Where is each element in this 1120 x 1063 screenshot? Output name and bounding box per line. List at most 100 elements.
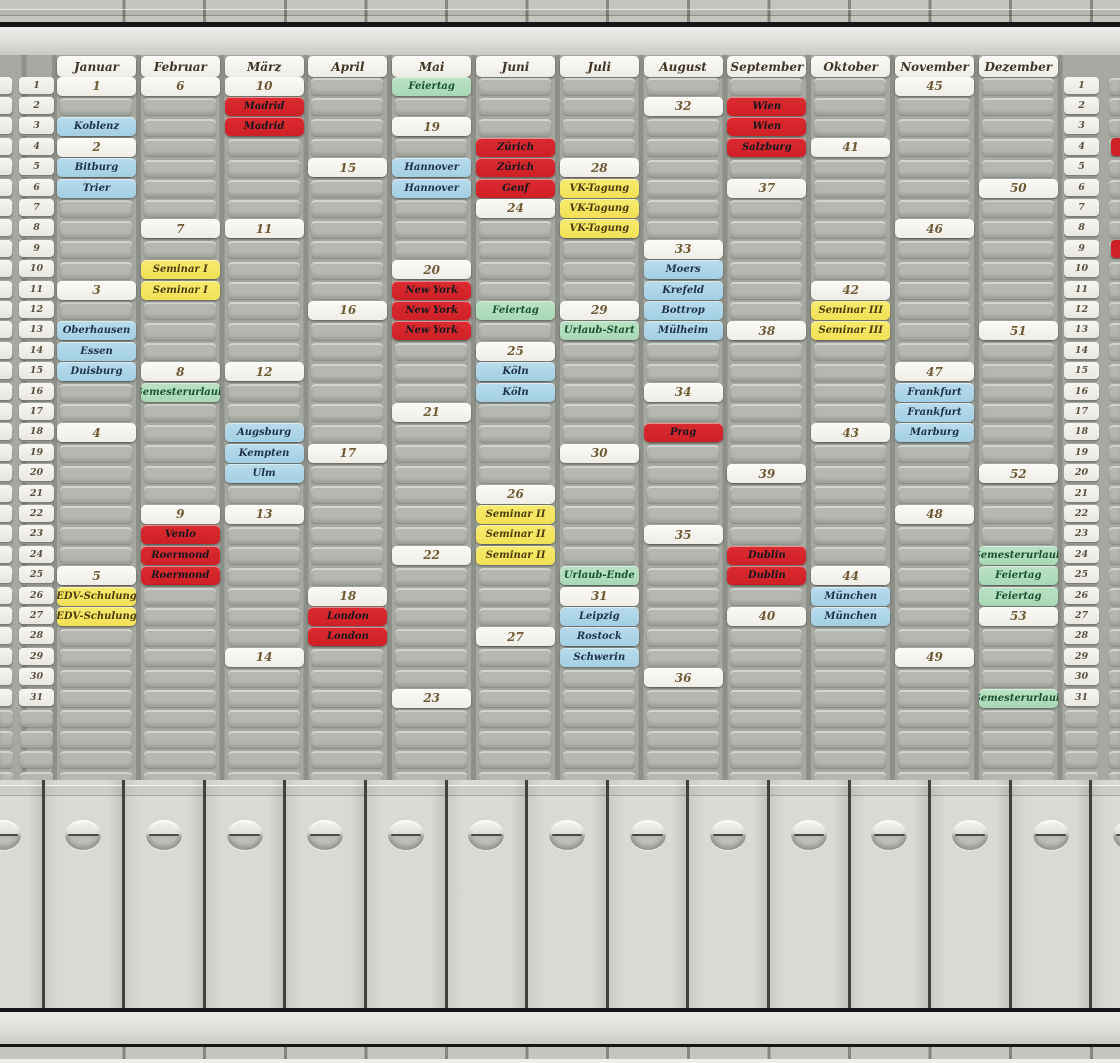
tcard-ulm[interactable]: Ulm <box>225 464 304 483</box>
tcard-week-20[interactable]: 20 <box>392 260 471 279</box>
tcard-week-26[interactable]: 26 <box>476 485 555 504</box>
tcard-semesterurlaub[interactable]: Semesterurlaub <box>979 546 1058 565</box>
tcard-seminar-i[interactable]: Seminar I <box>141 281 220 300</box>
tcard-zurich[interactable]: Zürich <box>476 158 555 177</box>
tcard-week-18[interactable]: 18 <box>308 587 387 606</box>
tcard-week-2[interactable]: 2 <box>57 138 136 157</box>
tcard-urlaub-start[interactable]: Urlaub-Start <box>560 321 639 340</box>
tcard-oberhausen[interactable]: Oberhausen <box>57 321 136 340</box>
tcard-week-14[interactable]: 14 <box>225 648 304 667</box>
tcard-wien[interactable]: Wien <box>727 117 806 136</box>
tcard-madrid[interactable]: Madrid <box>225 117 304 136</box>
tcard-week-21[interactable]: 21 <box>392 403 471 422</box>
tcard-frankfurt[interactable]: Frankfurt <box>895 403 974 422</box>
tcard-week-6[interactable]: 6 <box>141 77 220 96</box>
tcard-week-4[interactable]: 4 <box>57 423 136 442</box>
tcard-hannover[interactable]: Hannover <box>392 158 471 177</box>
tcard-week-36[interactable]: 36 <box>644 668 723 687</box>
tcard-week-38[interactable]: 38 <box>727 321 806 340</box>
tcard-moers[interactable]: Moers <box>644 260 723 279</box>
tcard-week-11[interactable]: 11 <box>225 219 304 238</box>
tcard-genf[interactable]: Genf <box>476 179 555 198</box>
tcard-week-27[interactable]: 27 <box>476 627 555 646</box>
tcard-kempten[interactable]: Kempten <box>225 444 304 463</box>
tcard-koln[interactable]: Köln <box>476 383 555 402</box>
tcard-munchen[interactable]: München <box>811 607 890 626</box>
tcard-prag[interactable]: Prag <box>644 423 723 442</box>
tcard-vk-tagung[interactable]: VK-Tagung <box>560 199 639 218</box>
tcard-marburg[interactable]: Marburg <box>895 423 974 442</box>
tcard-week-32[interactable]: 32 <box>644 97 723 116</box>
tcard-week-24[interactable]: 24 <box>476 199 555 218</box>
tcard-feiertag[interactable]: Feiertag <box>979 587 1058 606</box>
tcard-week-43[interactable]: 43 <box>811 423 890 442</box>
tcard-london[interactable]: London <box>308 607 387 626</box>
tcard-week-30[interactable]: 30 <box>560 444 639 463</box>
tcard-week-52[interactable]: 52 <box>979 464 1058 483</box>
tcard-venlo[interactable]: Venlo <box>141 525 220 544</box>
tcard-week-12[interactable]: 12 <box>225 362 304 381</box>
tcard-week-47[interactable]: 47 <box>895 362 974 381</box>
tcard-week-23[interactable]: 23 <box>392 689 471 708</box>
tcard-week-39[interactable]: 39 <box>727 464 806 483</box>
tcard-week-51[interactable]: 51 <box>979 321 1058 340</box>
tcard-seminar-ii[interactable]: Seminar II <box>476 546 555 565</box>
tcard-roermond[interactable]: Roermond <box>141 546 220 565</box>
tcard-week-1[interactable]: 1 <box>57 77 136 96</box>
tcard-edv-schulung[interactable]: EDV-Schulung <box>57 587 136 606</box>
tcard-week-50[interactable]: 50 <box>979 179 1058 198</box>
tcard-seminar-ii[interactable]: Seminar II <box>476 525 555 544</box>
tcard-bitburg[interactable]: Bitburg <box>57 158 136 177</box>
tcard-week-16[interactable]: 16 <box>308 301 387 320</box>
tcard-wien[interactable]: Wien <box>727 97 806 116</box>
tcard-week-37[interactable]: 37 <box>727 179 806 198</box>
tcard-week-48[interactable]: 48 <box>895 505 974 524</box>
tcard-feiertag[interactable]: Feiertag <box>476 301 555 320</box>
tcard-week-35[interactable]: 35 <box>644 525 723 544</box>
tcard-edv-schulung[interactable]: EDV-Schulung <box>57 607 136 626</box>
tcard-seminar-iii[interactable]: Seminar III <box>811 301 890 320</box>
tcard-seminar-iii[interactable]: Seminar III <box>811 321 890 340</box>
tcard-seminar-ii[interactable]: Seminar II <box>476 505 555 524</box>
tcard-week-44[interactable]: 44 <box>811 566 890 585</box>
tcard-week-49[interactable]: 49 <box>895 648 974 667</box>
tcard-week-9[interactable]: 9 <box>141 505 220 524</box>
tcard-koblenz[interactable]: Koblenz <box>57 117 136 136</box>
tcard-seminar-i[interactable]: Seminar I <box>141 260 220 279</box>
tcard-week-15[interactable]: 15 <box>308 158 387 177</box>
tcard-vk-tagung[interactable]: VK-Tagung <box>560 179 639 198</box>
tcard-mulheim[interactable]: Mülheim <box>644 321 723 340</box>
tcard-zurich[interactable]: Zürich <box>476 138 555 157</box>
tcard-krefeld[interactable]: Krefeld <box>644 281 723 300</box>
tcard-week-41[interactable]: 41 <box>811 138 890 157</box>
tcard-week-46[interactable]: 46 <box>895 219 974 238</box>
tcard-urlaub-ende[interactable]: Urlaub-Ende <box>560 566 639 585</box>
tcard-dublin[interactable]: Dublin <box>727 546 806 565</box>
tcard-week-45[interactable]: 45 <box>895 77 974 96</box>
tcard-week-42[interactable]: 42 <box>811 281 890 300</box>
tcard-new-york[interactable]: New York <box>392 281 471 300</box>
tcard-week-3[interactable]: 3 <box>57 281 136 300</box>
tcard-week-53[interactable]: 53 <box>979 607 1058 626</box>
tcard-week-40[interactable]: 40 <box>727 607 806 626</box>
tcard-augsburg[interactable]: Augsburg <box>225 423 304 442</box>
tcard-semesterurlaub[interactable]: Semesterurlaub <box>979 689 1058 708</box>
tcard-semesterurlaub[interactable]: Semesterurlaub <box>141 383 220 402</box>
tcard-week-29[interactable]: 29 <box>560 301 639 320</box>
tcard-week-10[interactable]: 10 <box>225 77 304 96</box>
tcard-trier[interactable]: Trier <box>57 179 136 198</box>
tcard-hannover[interactable]: Hannover <box>392 179 471 198</box>
tcard-week-34[interactable]: 34 <box>644 383 723 402</box>
tcard-roermond[interactable]: Roermond <box>141 566 220 585</box>
tcard-bottrop[interactable]: Bottrop <box>644 301 723 320</box>
tcard-munchen[interactable]: München <box>811 587 890 606</box>
tcard-new-york[interactable]: New York <box>392 301 471 320</box>
tcard-week-17[interactable]: 17 <box>308 444 387 463</box>
tcard-week-19[interactable]: 19 <box>392 117 471 136</box>
tcard-week-33[interactable]: 33 <box>644 240 723 259</box>
tcard-duisburg[interactable]: Duisburg <box>57 362 136 381</box>
tcard-vk-tagung[interactable]: VK-Tagung <box>560 219 639 238</box>
tcard-feiertag[interactable]: Feiertag <box>979 566 1058 585</box>
tcard-dublin[interactable]: Dublin <box>727 566 806 585</box>
tcard-new-york[interactable]: New York <box>392 321 471 340</box>
